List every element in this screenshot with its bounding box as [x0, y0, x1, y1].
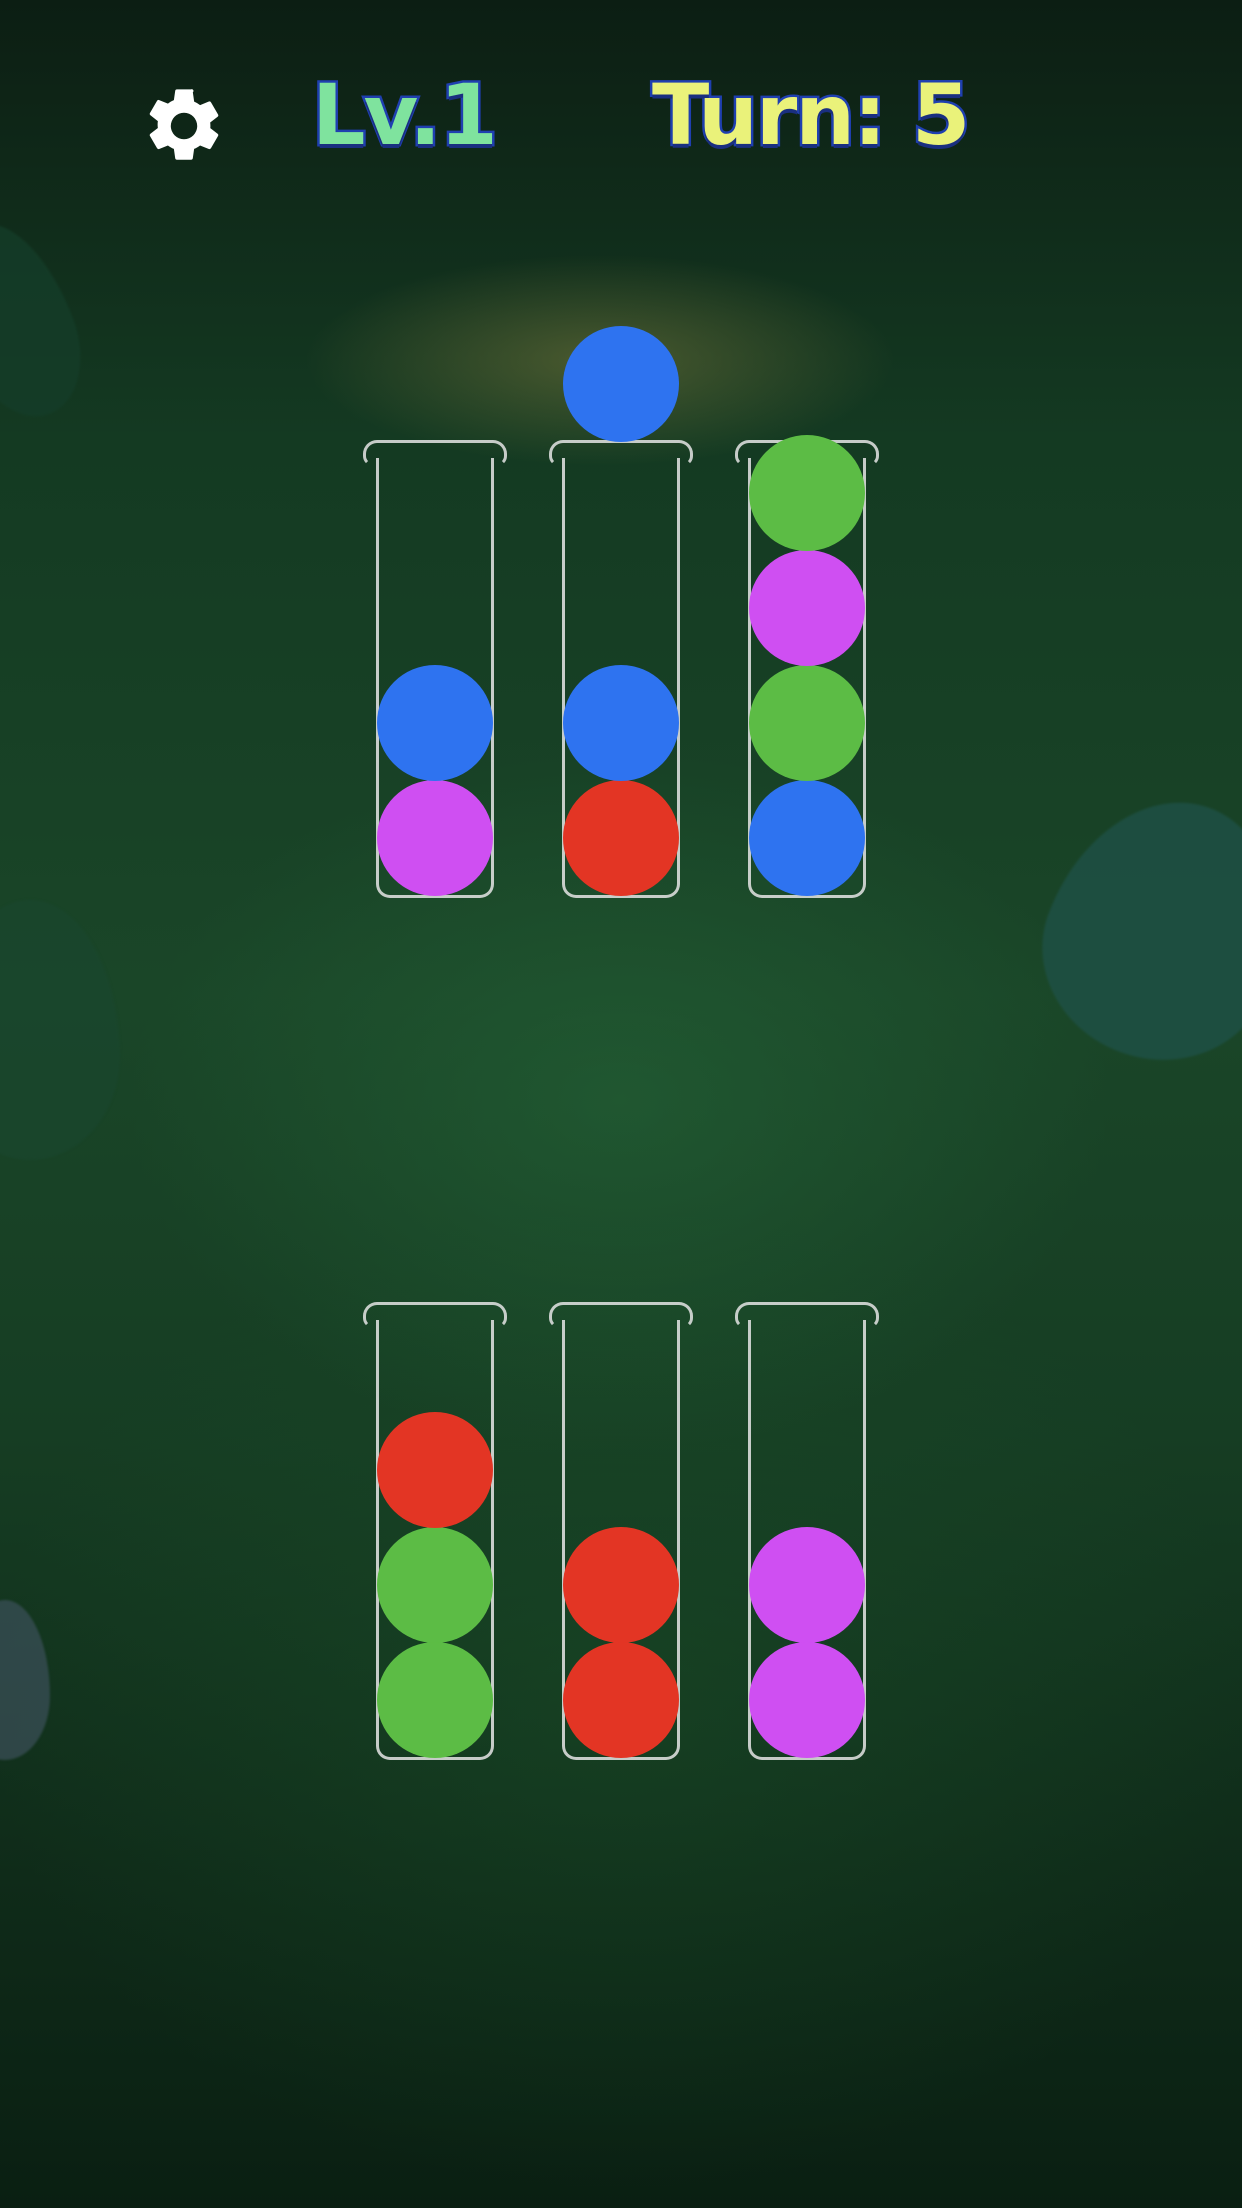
- turn-counter: Turn: 5: [649, 64, 972, 167]
- ball-purple: [377, 780, 493, 896]
- settings-button[interactable]: [140, 82, 228, 170]
- ball-purple: [749, 550, 865, 666]
- tube-rim: [735, 1302, 879, 1328]
- ball-red: [563, 780, 679, 896]
- tube-rim: [549, 1302, 693, 1328]
- tube-rim: [363, 1302, 507, 1328]
- level-label: Lv.1: [310, 64, 501, 167]
- gear-icon: [149, 89, 219, 160]
- ball-red: [563, 1527, 679, 1643]
- ball-green: [377, 1527, 493, 1643]
- ball-green: [377, 1642, 493, 1758]
- ball-blue: [749, 780, 865, 896]
- ball-blue: [377, 665, 493, 781]
- tube-rim: [363, 440, 507, 466]
- selected-ball-blue: [563, 326, 679, 442]
- ball-red: [377, 1412, 493, 1528]
- ball-green: [749, 435, 865, 551]
- ball-red: [563, 1642, 679, 1758]
- ball-purple: [749, 1527, 865, 1643]
- ball-blue: [563, 665, 679, 781]
- ball-purple: [749, 1642, 865, 1758]
- tube-rim: [549, 440, 693, 466]
- game-header: Lv.1 Turn: 5: [0, 0, 1242, 240]
- ball-green: [749, 665, 865, 781]
